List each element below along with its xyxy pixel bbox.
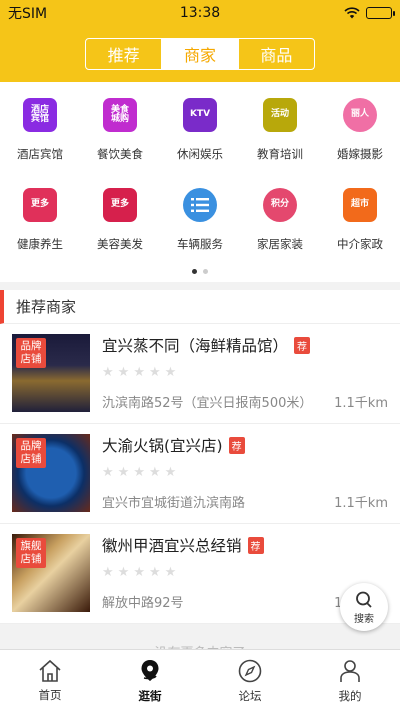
shop-address: 氿滨南路52号（宜兴日报南500米） [102,396,313,411]
star-icon: ★ [164,465,177,480]
category-label: 美容美发 [97,237,143,251]
section-title: 推荐商家 [0,290,400,324]
star-icon: ★ [102,465,114,480]
shop-distance: 1.1千km [334,496,388,511]
category-item[interactable]: 美食 城购 餐饮美食 [80,94,160,176]
bottom-nav: 首页 逛街 论坛 我的 [0,649,400,711]
category-icon: 更多 [23,188,57,222]
star-icon: ★ [133,465,145,480]
star-icon: ★ [133,565,145,580]
shop-item[interactable]: 品牌 店铺 宜兴蒸不同（海鲜精品馆） 荐 ★ ★ ★ ★ ★ 氿滨南路52号（宜兴日报南… [0,324,400,424]
category-item[interactable]: 积分 家居家装 [240,184,320,266]
page-dot [203,269,208,274]
star-icon: ★ [117,365,130,380]
shop-name: 宜兴蒸不同（海鲜精品馆） [102,337,289,355]
category-label: 婚嫁摄影 [337,147,383,161]
star-icon: ★ [164,565,177,580]
shop-name: 大渝火锅(宜兴店) [102,437,223,455]
shop-list: 品牌 店铺 宜兴蒸不同（海鲜精品馆） 荐 ★ ★ ★ ★ ★ 氿滨南路52号（宜兴日报南… [0,324,400,624]
category-icon: KTV [183,98,217,132]
category-grid: 酒店 宾馆 酒店宾馆 美食 城购 餐饮美食 KTV 休闲娱乐 活动 教育培训 丽人 婚嫁摄影 更多健… [0,82,400,282]
nav-home[interactable]: 首页 [0,650,100,711]
clock: 13:38 [179,5,221,21]
category-item[interactable]: 更多 美容美发 [80,184,160,266]
shop-address: 宜兴市宜城街道氿滨南路 [102,496,246,511]
star-rating: ★ ★ ★ ★ ★ [102,465,388,480]
category-label: 教育培训 [257,147,303,161]
star-icon: ★ [148,365,161,380]
nav-forum-label: 论坛 [238,688,262,703]
shop-badge: 旗舰 店铺 [16,538,46,568]
category-item[interactable]: KTV 休闲娱乐 [160,94,240,176]
category-label: 休闲娱乐 [177,147,223,161]
shop-thumbnail: 旗舰 店铺 [12,534,90,612]
star-icon: ★ [148,465,161,480]
category-label: 酒店宾馆 [17,147,63,161]
category-icon: 更多 [103,188,137,222]
category-item[interactable]: 活动 教育培训 [240,94,320,176]
search-icon [356,591,372,608]
nav-forum[interactable]: 论坛 [200,650,300,711]
shop-distance: 1.1千km [334,396,388,411]
category-label: 中介家政 [337,237,383,251]
category-label: 餐饮美食 [97,147,143,161]
category-item[interactable]: 丽人 婚嫁摄影 [320,94,400,176]
nav-shopping[interactable]: 逛街 [100,650,200,711]
shop-name: 徽州甲酒宜兴总经销 [102,537,242,555]
nav-shopping-label: 逛街 [138,688,162,703]
location-pin-icon [141,659,159,681]
category-icon: 积分 [263,188,297,222]
star-icon: ★ [117,565,130,580]
category-icon [183,188,217,222]
nav-home-label: 首页 [38,687,62,702]
category-icon: 丽人 [343,98,377,132]
star-icon: ★ [164,365,177,380]
category-icon: 美食 城购 [103,98,137,132]
recommended-badge: 荐 [247,536,264,554]
search-button-label: 搜索 [354,613,374,625]
battery-icon [366,7,395,19]
star-icon: ★ [133,365,145,380]
category-item[interactable]: 酒店 宾馆 酒店宾馆 [0,94,80,176]
tab-products[interactable]: 商品 [237,39,314,69]
page-dot-active [192,269,197,274]
recommended-badge: 荐 [228,436,245,454]
category-item[interactable]: 车辆服务 [160,184,240,266]
tab-recommend[interactable]: 推荐 [86,39,161,69]
category-label: 车辆服务 [177,237,223,251]
star-icon: ★ [148,565,161,580]
category-icon: 酒店 宾馆 [23,98,57,132]
star-icon: ★ [117,465,130,480]
shop-badge: 品牌 店铺 [16,438,46,468]
star-rating: ★ ★ ★ ★ ★ [102,565,388,580]
category-label: 家居家装 [257,237,303,251]
shop-thumbnail: 品牌 店铺 [12,434,90,512]
nav-profile-label: 我的 [338,688,362,703]
shop-badge: 品牌 店铺 [16,338,46,368]
category-item[interactable]: 更多 健康养生 [0,184,80,266]
star-icon: ★ [102,565,114,580]
tab-merchants[interactable]: 商家 [161,39,238,69]
category-icon: 活动 [263,98,297,132]
category-item[interactable]: 超市 中介家政 [320,184,400,266]
recommended-badge: 荐 [294,336,311,354]
page-indicator [0,269,400,274]
home-icon [39,659,61,682]
nav-profile[interactable]: 我的 [300,650,400,711]
person-icon [340,659,360,682]
compass-icon [238,659,262,682]
shop-thumbnail: 品牌 店铺 [12,334,90,412]
category-label: 健康养生 [17,237,63,251]
status-bar: 无SIM 13:38 [0,0,400,26]
category-icon: 超市 [343,188,377,222]
star-rating: ★ ★ ★ ★ ★ [102,365,388,380]
search-button[interactable]: 搜索 [340,583,388,631]
top-tabs: 推荐 商家 商品 [85,38,315,70]
shop-item[interactable]: 品牌 店铺 大渝火锅(宜兴店) 荐 ★ ★ ★ ★ ★ 宜兴市宜城街道氿滨南路 1.1千… [0,424,400,524]
header: 无SIM 13:38 推荐 商家 商品 [0,0,400,82]
star-icon: ★ [102,365,114,380]
shop-address: 解放中路92号 [102,596,184,611]
